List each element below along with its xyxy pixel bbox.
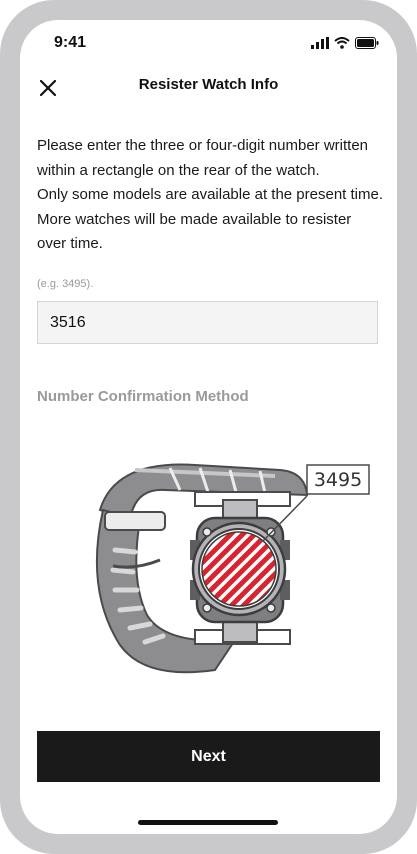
top-bar: Resister Watch Info: [20, 68, 397, 104]
instruction-line-1: Please enter the three or four-digit num…: [37, 137, 369, 179]
status-time: 9:41: [54, 34, 87, 51]
watch-number-input[interactable]: [37, 301, 378, 344]
battery-icon: [355, 37, 379, 49]
signal-icon: [311, 37, 329, 49]
section-title: Number Confirmation Method: [37, 388, 249, 405]
home-indicator: [138, 820, 278, 825]
watch-illustration: 3495: [95, 463, 370, 674]
instruction-line-2: Only some models are available at the pr…: [37, 186, 384, 252]
page-title: Resister Watch Info: [138, 76, 279, 93]
system-icons: [311, 36, 379, 50]
input-example-hint: (e.g. 3495).: [37, 278, 94, 290]
callout-number: 3495: [314, 469, 362, 491]
instructions: Please enter the three or four-digit num…: [37, 134, 383, 257]
device-frame: 9:41 Resister Watch Info Please enter th…: [0, 0, 417, 854]
wifi-icon: [334, 37, 350, 49]
status-bar: 9:41: [20, 20, 397, 64]
next-button[interactable]: Next: [37, 731, 380, 782]
screen: 9:41 Resister Watch Info Please enter th…: [20, 20, 397, 834]
